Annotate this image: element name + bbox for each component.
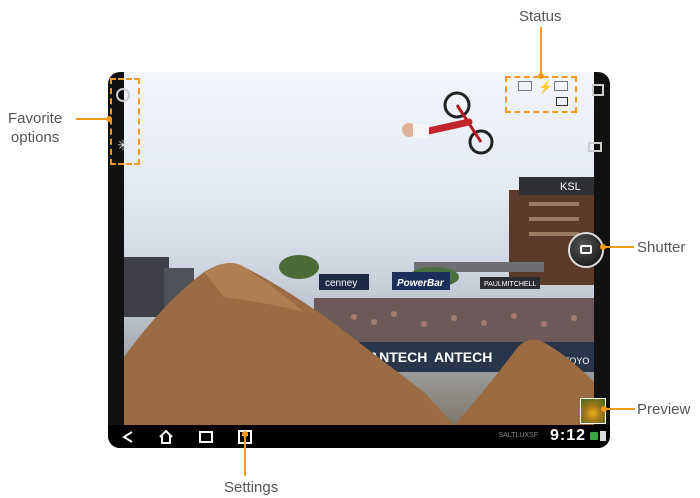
sign-paulmitchell: PAULMITCHELL xyxy=(484,281,536,288)
wifi-icon xyxy=(590,432,598,440)
sign-cenney: cenney xyxy=(325,278,357,289)
bmx-rider xyxy=(402,91,494,155)
switch-camera-icon[interactable] xyxy=(592,84,604,96)
status-highlight xyxy=(505,76,577,113)
settings-callout-line xyxy=(244,434,246,476)
favorite-options-line2: options xyxy=(10,128,60,146)
video-mode-icon[interactable] xyxy=(588,142,602,152)
status-callout-line xyxy=(540,27,542,77)
favorite-options-callout-label: Favorite options xyxy=(8,110,62,148)
system-navigation-bar: SALTLUXSF 9:12 xyxy=(108,425,610,448)
shutter-callout-line xyxy=(604,246,634,248)
battery-icon xyxy=(600,431,606,441)
viewfinder-scene: KSL cenney PowerBar PAULMITCHELL ANTECH … xyxy=(124,91,594,425)
shutter-callout-label: Shutter xyxy=(637,239,686,256)
recent-apps-icon[interactable] xyxy=(198,429,214,445)
sign-powerbar: PowerBar xyxy=(397,278,445,289)
carrier-name: SALTLUXSF xyxy=(498,432,538,439)
shutter-button[interactable] xyxy=(568,232,604,268)
home-icon[interactable] xyxy=(158,429,174,445)
status-callout-label: Status xyxy=(519,8,562,25)
sign-antech-2: ANTECH xyxy=(434,349,492,365)
camera-viewfinder[interactable]: KSL cenney PowerBar PAULMITCHELL ANTECH … xyxy=(124,72,594,425)
shutter-callout-dot xyxy=(600,244,606,250)
favorite-callout-line xyxy=(76,118,110,120)
preview-callout-line xyxy=(605,408,635,410)
back-icon[interactable] xyxy=(120,429,136,445)
camera-shutter-icon xyxy=(580,245,592,254)
status-time: 9:12 xyxy=(549,427,586,444)
status-callout-dot xyxy=(538,73,544,79)
sign-ksl: KSL xyxy=(560,181,581,193)
settings-callout-dot xyxy=(242,431,248,437)
favorite-callout-dot xyxy=(106,116,112,122)
settings-callout-label: Settings xyxy=(224,479,279,496)
preview-callout-dot xyxy=(601,406,607,412)
tablet-device: KSL cenney PowerBar PAULMITCHELL ANTECH … xyxy=(108,72,610,448)
favorite-options-highlight xyxy=(110,78,140,165)
favorite-options-line1: Favorite xyxy=(8,110,63,127)
preview-callout-label: Preview xyxy=(637,401,691,418)
